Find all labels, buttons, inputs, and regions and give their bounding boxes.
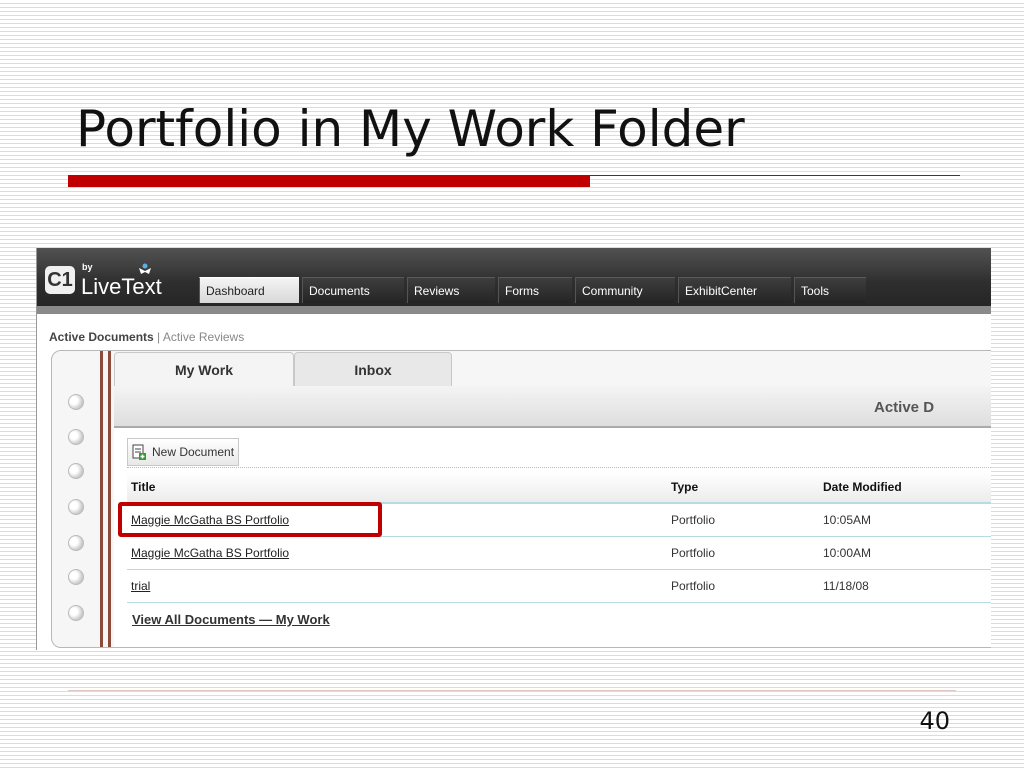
breadcrumb-separator: |	[157, 330, 161, 344]
folder-content-header	[114, 386, 991, 428]
title-underline-thin	[590, 175, 960, 176]
column-header-type[interactable]: Type	[671, 480, 698, 494]
folder-tab-inbox[interactable]: Inbox	[294, 352, 452, 387]
column-header-title[interactable]: Title	[131, 480, 155, 494]
slide-title: Portfolio in My Work Folder	[76, 100, 745, 158]
breadcrumb-active-reviews[interactable]: Active Reviews	[163, 330, 244, 344]
table-row: Maggie McGatha BS Portfolio Portfolio 10…	[127, 537, 991, 570]
folder-content: New Document Title Type Date Modified Ma…	[114, 428, 991, 647]
new-document-icon	[132, 444, 146, 460]
header-subbar	[37, 306, 991, 314]
table-row: trial Portfolio 11/18/08	[127, 570, 991, 603]
nav-tab-forms[interactable]: Forms	[498, 277, 572, 303]
nav-tab-documents[interactable]: Documents	[302, 277, 404, 303]
document-date-modified: 10:00AM	[823, 546, 872, 560]
view-all-documents-link[interactable]: View All Documents — My Work	[132, 612, 330, 627]
person-figure-icon	[139, 263, 151, 274]
nav-tab-exhibitcenter[interactable]: ExhibitCenter	[678, 277, 791, 303]
nav-tab-community[interactable]: Community	[575, 277, 675, 303]
binder-spine-line	[100, 351, 103, 647]
page-number: 40	[919, 707, 950, 735]
logo-by-label: by	[82, 262, 93, 272]
nav-tab-dashboard[interactable]: Dashboard	[199, 277, 299, 303]
document-date-modified: 11/18/08	[823, 579, 869, 593]
toolbar-divider	[127, 467, 991, 468]
binder-ring-icon	[68, 605, 84, 621]
nav-tab-reviews[interactable]: Reviews	[407, 277, 495, 303]
table-header: Title Type Date Modified	[127, 472, 991, 504]
document-type: Portfolio	[671, 579, 716, 593]
document-date-modified: 10:05AM	[823, 513, 872, 527]
highlight-annotation-box	[118, 502, 382, 537]
nav-tab-tools[interactable]: Tools	[794, 277, 866, 303]
new-document-label: New Document	[152, 445, 235, 459]
title-underline-thick	[68, 175, 590, 187]
binder-ring-icon	[68, 463, 84, 479]
footer-rule	[68, 690, 956, 691]
documents-panel: My Work Inbox Active D New Document Titl…	[51, 350, 991, 648]
binder-ring-icon	[68, 569, 84, 585]
app-header: C1 by LiveText Dashboard Documents Revie…	[37, 248, 991, 306]
section-heading: Active D	[874, 399, 935, 416]
breadcrumb-active-documents[interactable]: Active Documents	[49, 330, 154, 344]
binder-ring-icon	[68, 394, 84, 410]
new-document-button[interactable]: New Document	[127, 438, 240, 466]
livetext-screenshot: C1 by LiveText Dashboard Documents Revie…	[36, 248, 991, 650]
binder-ring-icon	[68, 535, 84, 551]
document-type: Portfolio	[671, 546, 716, 560]
binder-ring-icon	[68, 429, 84, 445]
document-type: Portfolio	[671, 513, 716, 527]
column-header-date-modified[interactable]: Date Modified	[823, 480, 902, 494]
folder-tab-my-work[interactable]: My Work	[114, 352, 294, 387]
binder-spine-line	[108, 351, 111, 647]
c1-logo[interactable]: C1	[45, 266, 75, 294]
breadcrumb: Active Documents | Active Reviews	[49, 330, 244, 344]
binder-ring-icon	[68, 499, 84, 515]
document-title-link[interactable]: Maggie McGatha BS Portfolio	[131, 546, 289, 560]
document-title-link[interactable]: trial	[131, 579, 150, 593]
